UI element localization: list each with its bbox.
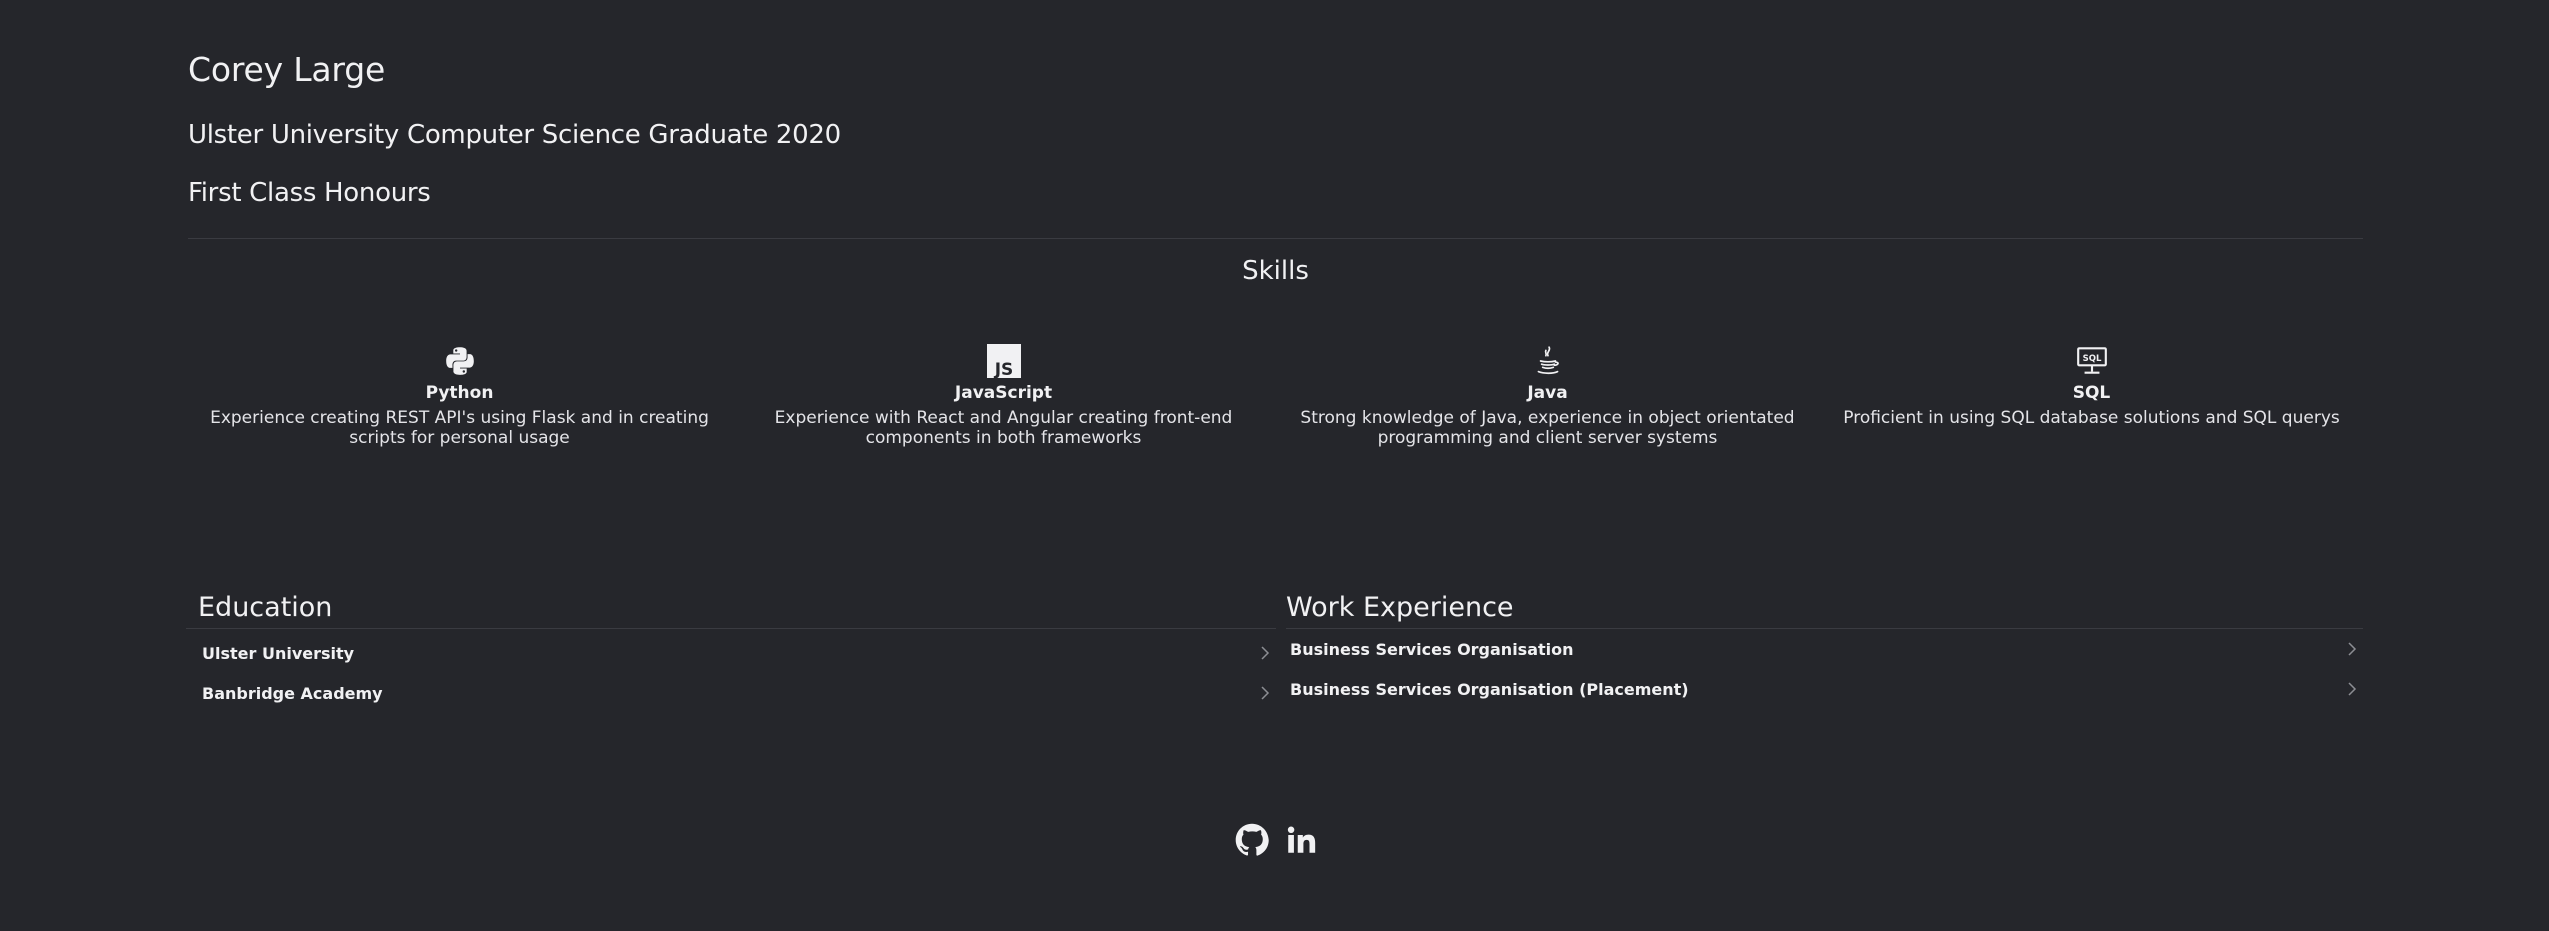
- skill-description: Experience with React and Angular creati…: [774, 408, 1233, 448]
- list-item-label: Ulster University: [202, 643, 355, 663]
- list-item-label: Business Services Organisation (Placemen…: [1290, 679, 1689, 699]
- page: Corey Large Ulster University Computer S…: [0, 0, 2549, 931]
- skill-javascript: JS JavaScript Experience with React and …: [732, 344, 1275, 448]
- skill-name: JavaScript: [954, 383, 1053, 403]
- skills-list: Python Experience creating REST API's us…: [188, 344, 2363, 448]
- work-experience-heading: Work Experience: [1286, 590, 2363, 629]
- chevron-right-icon: [1258, 646, 1272, 660]
- work-experience-section: Work Experience Business Services Organi…: [1286, 590, 2363, 709]
- page-title: Corey Large: [188, 50, 386, 89]
- chevron-right-icon: [2345, 642, 2359, 656]
- skills-heading: Skills: [1242, 256, 1309, 286]
- skill-description: Strong knowledge of Java, experience in …: [1300, 408, 1795, 448]
- linkedin-icon[interactable]: [1284, 823, 1318, 857]
- java-icon: [1531, 344, 1565, 378]
- header-divider: [188, 238, 2363, 239]
- degree-subtitle: Ulster University Computer Science Gradu…: [188, 120, 841, 150]
- work-item-bso-placement[interactable]: Business Services Organisation (Placemen…: [1286, 669, 2363, 709]
- github-icon[interactable]: [1235, 823, 1269, 857]
- education-item-banbridge[interactable]: Banbridge Academy: [198, 673, 1276, 713]
- education-section: Education Ulster University Banbridge Ac…: [186, 590, 1276, 713]
- education-heading: Education: [186, 590, 1276, 629]
- skill-python: Python Experience creating REST API's us…: [188, 344, 731, 448]
- social-links: [1235, 823, 1318, 857]
- skill-description: Proficient in using SQL database solutio…: [1843, 408, 2340, 428]
- skill-java: Java Strong knowledge of Java, experienc…: [1276, 344, 1819, 448]
- sql-icon: SQL: [2075, 344, 2109, 378]
- python-icon: [443, 344, 477, 378]
- skill-name: Java: [1527, 383, 1568, 403]
- skill-name: SQL: [2072, 383, 2111, 403]
- work-item-bso[interactable]: Business Services Organisation: [1286, 629, 2363, 669]
- list-item-label: Business Services Organisation: [1290, 639, 1574, 659]
- education-item-ulster[interactable]: Ulster University: [198, 633, 1276, 673]
- javascript-icon: JS: [986, 344, 1021, 378]
- list-item-label: Banbridge Academy: [202, 683, 383, 703]
- skill-sql: SQL SQL Proficient in using SQL database…: [1820, 344, 2363, 448]
- chevron-right-icon: [1258, 686, 1272, 700]
- svg-text:SQL: SQL: [2082, 354, 2101, 364]
- skill-description: Experience creating REST API's using Fla…: [210, 408, 709, 448]
- skill-name: Python: [425, 383, 494, 403]
- svg-text:JS: JS: [993, 360, 1013, 378]
- chevron-right-icon: [2345, 682, 2359, 696]
- classification-subtitle: First Class Honours: [188, 178, 431, 208]
